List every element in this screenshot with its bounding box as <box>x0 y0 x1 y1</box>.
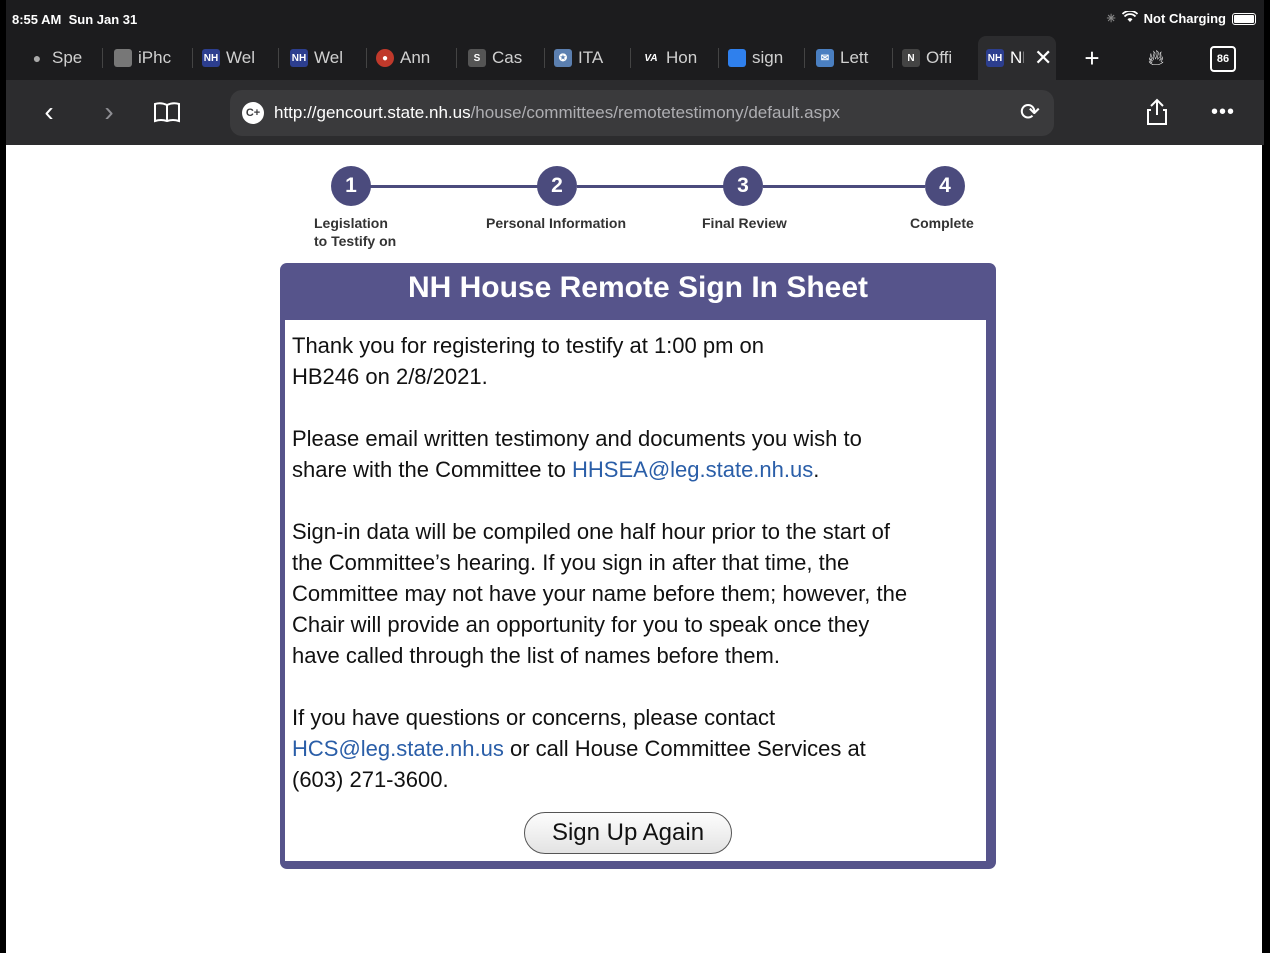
n-icon: N <box>902 49 920 67</box>
address-bar[interactable]: C+ http://gencourt.state.nh.us/house/com… <box>230 90 1054 136</box>
mail-icon: ✉ <box>816 49 834 67</box>
activity-icon: ✳ <box>1106 13 1116 25</box>
flame-icon[interactable]: 🔥︎ <box>1138 40 1174 76</box>
nh-icon: NH <box>290 49 308 67</box>
nh-icon: NH <box>986 49 1004 67</box>
s-icon: S <box>468 49 486 67</box>
tab-7[interactable]: ✪ ITA <box>554 36 626 80</box>
browser-chrome: 8:55 AM Sun Jan 31 ✳ Not Charging ● Spe i… <box>6 0 1264 145</box>
step-4-circle: 4 <box>925 166 965 206</box>
tab-1[interactable]: ● Spe <box>28 36 96 80</box>
new-tab-button[interactable]: + <box>1074 40 1110 76</box>
tab-11[interactable]: N Offi <box>902 36 972 80</box>
status-right: ✳ Not Charging <box>1106 10 1256 26</box>
url-path: /house/committees/remotetestimony/defaul… <box>470 103 841 122</box>
va-icon: VA <box>644 52 658 64</box>
progress-steps: 1 2 3 4 Legislation to Testify on Person… <box>311 155 1001 255</box>
tab-2[interactable]: iPhc <box>114 36 186 80</box>
apple-icon: ● <box>32 50 42 66</box>
square-icon <box>728 49 746 67</box>
more-options-icon[interactable]: ••• <box>1206 95 1240 129</box>
contact-text: If you have questions or concerns, pleas… <box>292 705 866 792</box>
battery-icon <box>1232 12 1256 25</box>
reload-icon[interactable]: ⟳ <box>1020 98 1040 127</box>
step-1-circle: 1 <box>331 166 371 206</box>
sign-in-info-text: Sign-in data will be compiled one half h… <box>292 519 908 668</box>
panel-title: NH House Remote Sign In Sheet <box>407 271 869 304</box>
step-3-label: Final Review <box>702 215 787 231</box>
sign-in-panel: NH House Remote Sign In Sheet Thank you … <box>280 263 996 869</box>
email-testimony-text: Please email written testimony and docum… <box>292 426 862 482</box>
tab-8[interactable]: VA Hon <box>642 36 714 80</box>
tab-10[interactable]: ✉ Lett <box>816 36 888 80</box>
tab-4[interactable]: NH Wel <box>290 36 360 80</box>
back-button[interactable]: ‹ <box>32 95 66 129</box>
wifi-icon <box>1121 10 1138 26</box>
tab-6[interactable]: S Cas <box>468 36 540 80</box>
share-icon[interactable] <box>1140 95 1174 129</box>
step-3-circle: 3 <box>723 166 763 206</box>
step-1-label: Legislation to Testify on <box>314 215 397 249</box>
nh-icon: NH <box>202 49 220 67</box>
forward-button[interactable]: › <box>92 95 126 129</box>
browser-toolbar: ‹ › C+ http://gencourt.state.nh.us/house… <box>6 80 1264 145</box>
device-frame: 8:55 AM Sun Jan 31 ✳ Not Charging ● Spe i… <box>0 0 1270 953</box>
status-bar: 8:55 AM Sun Jan 31 ✳ Not Charging <box>6 0 1264 36</box>
step-2-label: Personal Information <box>486 215 627 231</box>
seal-icon: ● <box>376 49 394 67</box>
tab-5[interactable]: ● Ann <box>376 36 450 80</box>
status-time: 8:55 AM Sun Jan 31 <box>12 12 138 27</box>
web-page: 1 2 3 4 Legislation to Testify on Person… <box>6 145 1262 953</box>
tab-count-button[interactable]: 86 <box>1210 46 1236 72</box>
charging-status: Not Charging <box>1143 11 1226 26</box>
site-badge-icon: C+ <box>242 102 264 124</box>
sign-up-again-button[interactable]: Sign Up Again <box>524 812 732 854</box>
seal-icon: ✪ <box>554 49 572 67</box>
tab-3[interactable]: NH Wel <box>202 36 272 80</box>
close-tab-icon[interactable]: ✕ <box>1034 45 1052 71</box>
url-host: http://gencourt.state.nh.us <box>274 103 471 122</box>
bookmarks-icon[interactable] <box>150 95 184 129</box>
hcs-email-link[interactable]: HCS@leg.state.nh.us <box>292 736 504 761</box>
panel-body: Thank you for registering to testify at … <box>285 320 986 861</box>
step-4-label: Complete <box>910 215 974 231</box>
confirmation-text: Thank you for registering to testify at … <box>292 333 765 389</box>
apple-icon <box>114 49 132 67</box>
hhsea-email-link[interactable]: HHSEA@leg.state.nh.us <box>572 457 813 482</box>
tab-9[interactable]: sign <box>728 36 798 80</box>
step-2-circle: 2 <box>537 166 577 206</box>
tab-active[interactable]: NHNH \✕ <box>978 36 1056 80</box>
tab-bar: ● Spe iPhc NH Wel NH Wel ● Ann S Cas ✪ ITA VA H… <box>6 36 1264 80</box>
